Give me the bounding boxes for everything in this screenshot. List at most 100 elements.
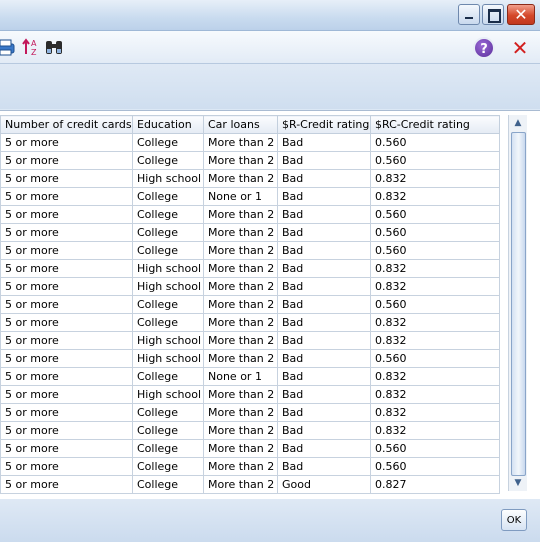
table-cell[interactable]: College xyxy=(132,133,204,152)
table-cell[interactable]: College xyxy=(132,367,204,386)
column-header[interactable]: $R-Credit rating xyxy=(277,115,371,134)
table-cell[interactable]: High school xyxy=(132,331,204,350)
table-cell[interactable]: College xyxy=(132,439,204,458)
column-header[interactable]: $RC-Credit rating xyxy=(370,115,500,134)
table-cell[interactable]: More than 2 xyxy=(203,349,278,368)
table-cell[interactable]: 0.832 xyxy=(370,403,500,422)
table-cell[interactable]: More than 2 xyxy=(203,133,278,152)
table-cell[interactable]: 5 or more xyxy=(0,367,133,386)
find-icon[interactable] xyxy=(44,37,64,57)
table-cell[interactable]: College xyxy=(132,313,204,332)
table-cell[interactable]: 5 or more xyxy=(0,169,133,188)
table-cell[interactable]: College xyxy=(132,241,204,260)
table-cell[interactable]: 5 or more xyxy=(0,421,133,440)
table-cell[interactable]: 0.560 xyxy=(370,439,500,458)
scrollbar-thumb[interactable] xyxy=(511,132,526,476)
table-cell[interactable]: 5 or more xyxy=(0,295,133,314)
table-cell[interactable]: 5 or more xyxy=(0,385,133,404)
column-header[interactable]: Education xyxy=(132,115,204,134)
ok-button[interactable]: OK xyxy=(501,509,527,531)
table-cell[interactable]: More than 2 xyxy=(203,241,278,260)
table-cell[interactable]: Bad xyxy=(277,367,371,386)
table-cell[interactable]: More than 2 xyxy=(203,385,278,404)
maximize-button[interactable] xyxy=(482,4,504,25)
table-cell[interactable]: More than 2 xyxy=(203,223,278,242)
table-cell[interactable]: 0.832 xyxy=(370,367,500,386)
table-cell[interactable]: Bad xyxy=(277,133,371,152)
table-cell[interactable]: More than 2 xyxy=(203,295,278,314)
table-cell[interactable]: 0.832 xyxy=(370,385,500,404)
table-cell[interactable]: Bad xyxy=(277,223,371,242)
table-cell[interactable]: 5 or more xyxy=(0,349,133,368)
table-cell[interactable]: College xyxy=(132,403,204,422)
table-cell[interactable]: Bad xyxy=(277,349,371,368)
table-cell[interactable]: Good xyxy=(277,475,371,494)
table-cell[interactable]: More than 2 xyxy=(203,205,278,224)
table-cell[interactable]: Bad xyxy=(277,313,371,332)
table-cell[interactable]: More than 2 xyxy=(203,277,278,296)
table-cell[interactable]: 0.560 xyxy=(370,457,500,476)
table-cell[interactable]: Bad xyxy=(277,187,371,206)
table-cell[interactable]: Bad xyxy=(277,403,371,422)
table-cell[interactable]: More than 2 xyxy=(203,475,278,494)
table-cell[interactable]: 5 or more xyxy=(0,457,133,476)
table-cell[interactable]: 5 or more xyxy=(0,151,133,170)
table-row[interactable]: 5 or more College More than 2 Bad 0.832 xyxy=(0,421,500,440)
close-output-button[interactable]: ✕ xyxy=(505,36,535,60)
table-cell[interactable]: Bad xyxy=(277,295,371,314)
table-cell[interactable]: 5 or more xyxy=(0,241,133,260)
table-row[interactable]: 5 or more College More than 2 Bad 0.560 xyxy=(0,151,500,170)
table-cell[interactable]: 0.560 xyxy=(370,205,500,224)
table-row[interactable]: 5 or more College More than 2 Bad 0.560 xyxy=(0,457,500,476)
table-row[interactable]: 5 or more College More than 2 Bad 0.560 xyxy=(0,295,500,314)
table-cell[interactable]: More than 2 xyxy=(203,259,278,278)
table-cell[interactable]: Bad xyxy=(277,439,371,458)
table-cell[interactable]: College xyxy=(132,187,204,206)
table-cell[interactable]: 0.560 xyxy=(370,349,500,368)
table-row[interactable]: 5 or more College More than 2 Bad 0.560 xyxy=(0,205,500,224)
table-cell[interactable]: 0.832 xyxy=(370,331,500,350)
table-cell[interactable]: More than 2 xyxy=(203,331,278,350)
table-cell[interactable]: 0.560 xyxy=(370,133,500,152)
table-cell[interactable]: 0.832 xyxy=(370,169,500,188)
table-cell[interactable]: High school xyxy=(132,349,204,368)
table-row[interactable]: 5 or more College More than 2 Bad 0.560 xyxy=(0,223,500,242)
table-row[interactable]: 5 or more College More than 2 Bad 0.832 xyxy=(0,403,500,422)
table-cell[interactable]: Bad xyxy=(277,169,371,188)
table-cell[interactable]: More than 2 xyxy=(203,169,278,188)
table-cell[interactable]: 5 or more xyxy=(0,439,133,458)
table-cell[interactable]: College xyxy=(132,475,204,494)
table-cell[interactable]: 5 or more xyxy=(0,259,133,278)
table-cell[interactable]: Bad xyxy=(277,385,371,404)
table-cell[interactable]: 0.827 xyxy=(370,475,500,494)
table-cell[interactable]: 5 or more xyxy=(0,133,133,152)
print-icon[interactable] xyxy=(0,37,16,57)
table-cell[interactable]: 5 or more xyxy=(0,187,133,206)
column-header[interactable]: Car loans xyxy=(203,115,278,134)
table-cell[interactable]: 5 or more xyxy=(0,205,133,224)
table-cell[interactable]: High school xyxy=(132,385,204,404)
table-cell[interactable]: College xyxy=(132,151,204,170)
help-button[interactable]: ? xyxy=(473,37,495,59)
vertical-scrollbar[interactable]: ▲ ▼ xyxy=(508,115,527,491)
table-cell[interactable]: 0.560 xyxy=(370,241,500,260)
table-cell[interactable]: Bad xyxy=(277,151,371,170)
table-cell[interactable]: More than 2 xyxy=(203,313,278,332)
scroll-down-icon[interactable]: ▼ xyxy=(510,475,526,491)
sort-icon[interactable]: A Z xyxy=(21,37,41,57)
table-cell[interactable]: 5 or more xyxy=(0,475,133,494)
table-cell[interactable]: 0.560 xyxy=(370,151,500,170)
window-close-button[interactable]: ✕ xyxy=(507,4,535,25)
table-row[interactable]: 5 or more High school More than 2 Bad 0.832 xyxy=(0,277,500,296)
table-cell[interactable]: 0.832 xyxy=(370,187,500,206)
table-row[interactable]: 5 or more College More than 2 Bad 0.560 xyxy=(0,439,500,458)
table-cell[interactable]: More than 2 xyxy=(203,421,278,440)
table-cell[interactable]: 0.832 xyxy=(370,277,500,296)
table-cell[interactable]: High school xyxy=(132,169,204,188)
table-cell[interactable]: Bad xyxy=(277,331,371,350)
table-cell[interactable]: 5 or more xyxy=(0,403,133,422)
table-cell[interactable]: 5 or more xyxy=(0,277,133,296)
table-cell[interactable]: 0.832 xyxy=(370,259,500,278)
table-row[interactable]: 5 or more High school More than 2 Bad 0.832 xyxy=(0,169,500,188)
table-cell[interactable]: 0.832 xyxy=(370,421,500,440)
